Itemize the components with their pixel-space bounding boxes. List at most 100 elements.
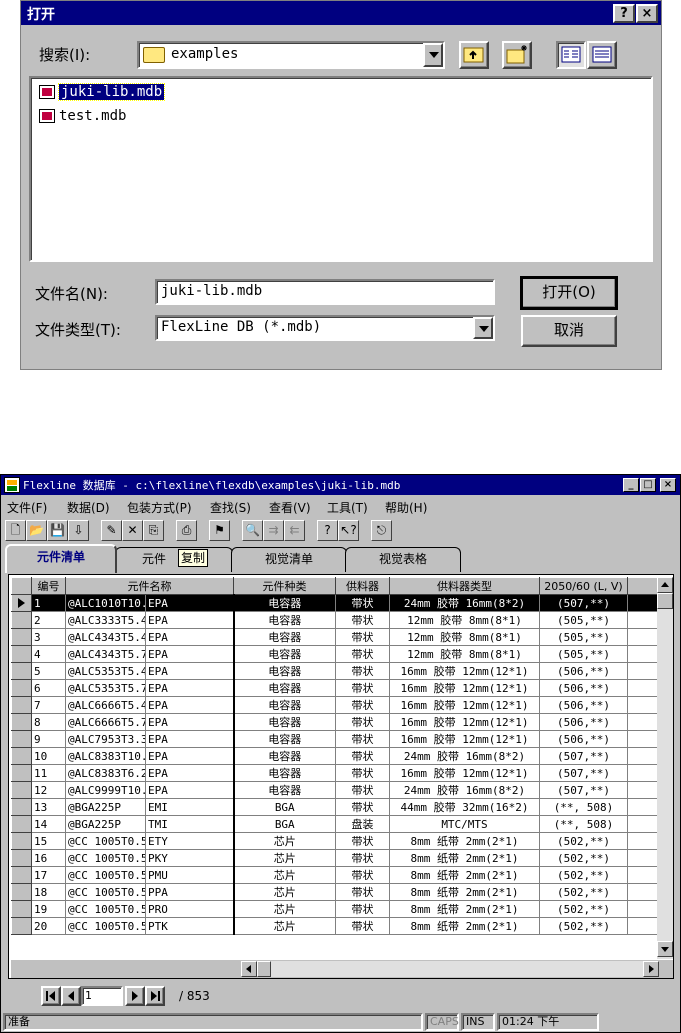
scroll-thumb[interactable] [657,593,673,609]
details-view-icon[interactable] [587,41,617,69]
column-header[interactable]: 2050/60 (L, V) [539,577,628,595]
table-row[interactable]: 13 @BGA225P EMI BGA 带状 44mm 胶带 32mm(16*2) (**,… [11,798,658,816]
delete-icon[interactable]: ✕ [122,520,143,541]
table-row[interactable]: 15 @CC 1005T0.50 ETY 芯片 带状 8mm 纸带 2mm(2*1) (50… [11,832,658,850]
exit-icon[interactable]: ⎋ [371,520,392,541]
help-button[interactable]: ? [613,4,635,23]
filetype-combo[interactable]: FlexLine DB (*.mdb) [155,315,495,341]
vertical-scrollbar[interactable] [657,577,673,959]
table-row[interactable]: 8 @ALC6666T5.70 EPA 电容器 带状 16mm 胶带 12mm(12*1)… [11,713,658,731]
scroll-up-icon[interactable] [657,577,673,593]
cancel-button[interactable]: 取消 [521,315,617,347]
open-button[interactable]: 打开(O) [520,276,618,310]
next-record-icon[interactable] [125,986,145,1006]
file-list[interactable]: juki-lib.mdb test.mdb [29,76,653,262]
table-row[interactable]: 12 @ALC9999T10.2 EPA 电容器 带状 24mm 胶带 16mm(8*2)… [11,781,658,799]
row-selector[interactable] [11,730,32,748]
table-row[interactable]: 19 @CC 1005T0.50 PRO 芯片 带状 8mm 纸带 2mm(2*1) (50… [11,900,658,918]
table-row[interactable]: 11 @ALC8383T6.20 EPA 电容器 带状 16mm 胶带 12mm(12*1… [11,764,658,782]
column-header[interactable]: 供料器 [335,577,390,595]
column-header[interactable]: 编号 [31,577,66,595]
new-file-icon[interactable]: 🗋 [5,520,26,541]
row-selector[interactable] [11,662,32,680]
filename-input[interactable]: juki-lib.mdb [155,279,495,305]
table-row[interactable]: 17 @CC 1005T0.50 PMU 芯片 带状 8mm 纸带 2mm(2*1) (50… [11,866,658,884]
copy-icon[interactable]: ⎘ [143,520,164,541]
import-icon[interactable]: ⇩ [68,520,89,541]
column-header[interactable]: 元件种类 [233,577,336,595]
scroll-down-icon[interactable] [657,941,673,957]
row-selector[interactable] [11,832,32,850]
close-icon[interactable]: × [660,478,676,492]
find-next-icon[interactable]: ⇉ [263,520,284,541]
table-row[interactable]: 7 @ALC6666T5.40 EPA 电容器 带状 16mm 胶带 12mm(12*1)… [11,696,658,714]
row-selector[interactable] [11,764,32,782]
menu-tools[interactable]: 工具(T) [327,499,368,516]
tab-component[interactable]: 元件 [115,547,233,572]
row-selector[interactable] [11,815,32,833]
row-selector[interactable] [11,883,32,901]
tab-component-list[interactable]: 元件清单 [5,544,117,573]
horizontal-scrollbar[interactable] [241,961,659,977]
new-folder-icon[interactable] [502,41,532,69]
row-selector[interactable] [11,900,32,918]
row-selector[interactable] [11,917,32,935]
scroll-right-icon[interactable] [643,961,659,977]
table-row[interactable]: 10 @ALC8383T10.2 EPA 电容器 带状 24mm 胶带 16mm(8*2)… [11,747,658,765]
open-folder-icon[interactable]: 📂 [26,520,47,541]
row-selector[interactable] [11,628,32,646]
close-button[interactable]: × [636,4,658,23]
table-row[interactable]: 16 @CC 1005T0.50 PKY 芯片 带状 8mm 纸带 2mm(2*1) (50… [11,849,658,867]
tab-vision-list[interactable]: 视觉清单 [231,547,347,572]
record-number-input[interactable]: 1 [81,986,123,1006]
table-row[interactable]: 18 @CC 1005T0.50 PPA 芯片 带状 8mm 纸带 2mm(2*1) (50… [11,883,658,901]
pick-tool-icon[interactable]: ⚑ [209,520,230,541]
filetype-dropdown-arrow[interactable] [473,317,493,339]
scroll-left-icon[interactable] [241,961,257,977]
file-item[interactable]: juki-lib.mdb [39,82,166,102]
table-row[interactable]: 20 @CC 1005T0.50 PTK 芯片 带状 8mm 纸带 2mm(2*1) (50… [11,917,658,935]
row-selector[interactable] [11,696,32,714]
print-icon[interactable]: ⎙ [176,520,197,541]
edit-icon[interactable]: ✎ [101,520,122,541]
table-row[interactable]: 4 @ALC4343T5.70 EPA 电容器 带状 12mm 胶带 8mm(8*1) (5… [11,645,658,663]
table-row[interactable]: 9 @ALC7953T3.30 EPA 电容器 带状 16mm 胶带 12mm(12*1)… [11,730,658,748]
last-record-icon[interactable] [145,986,165,1006]
row-selector[interactable] [11,645,32,663]
row-selector[interactable] [11,594,32,612]
menu-help[interactable]: 帮助(H) [385,499,427,516]
row-selector[interactable] [11,611,32,629]
row-selector[interactable] [11,866,32,884]
row-selector[interactable] [11,713,32,731]
row-selector[interactable] [11,747,32,765]
maximize-icon[interactable]: □ [640,478,656,492]
table-row[interactable]: 5 @ALC5353T5.40 EPA 电容器 带状 16mm 胶带 12mm(12*1)… [11,662,658,680]
hscroll-thumb[interactable] [257,961,271,977]
help-icon[interactable]: ? [317,520,338,541]
find-prev-icon[interactable]: ⇇ [284,520,305,541]
menu-file[interactable]: 文件(F) [7,499,47,516]
find-icon[interactable]: 🔍 [242,520,263,541]
table-row[interactable]: 2 @ALC3333T5.40 EPA 电容器 带状 12mm 胶带 8mm(8*1) (5… [11,611,658,629]
row-selector[interactable] [11,798,32,816]
column-header[interactable]: 供料器类型 [389,577,540,595]
table-row[interactable]: 6 @ALC5353T5.70 EPA 电容器 带状 16mm 胶带 12mm(12*1)… [11,679,658,697]
row-selector[interactable] [11,679,32,697]
menu-packaging[interactable]: 包装方式(P) [127,499,192,516]
column-header[interactable]: 元件名称 [65,577,234,595]
menu-search[interactable]: 查找(S) [210,499,251,516]
menu-view[interactable]: 查看(V) [269,499,311,516]
search-in-combo[interactable]: examples [137,41,445,69]
first-record-icon[interactable] [41,986,61,1006]
file-item[interactable]: test.mdb [39,106,126,126]
search-in-dropdown-arrow[interactable] [423,43,443,67]
minimize-icon[interactable]: _ [623,478,639,492]
save-icon[interactable]: 💾 [47,520,68,541]
table-row[interactable]: 14 @BGA225P TMI BGA 盘装 MTC/MTS (**, 508) [11,815,658,833]
table-row[interactable]: 1 @ALC1010T10.2 EPA 电容器 带状 24mm 胶带 16mm(8*2)(… [11,594,658,612]
list-view-icon[interactable] [556,41,586,69]
tab-vision-table[interactable]: 视觉表格 [345,547,461,572]
up-folder-icon[interactable] [459,41,489,69]
row-selector[interactable] [11,849,32,867]
prev-record-icon[interactable] [61,986,81,1006]
